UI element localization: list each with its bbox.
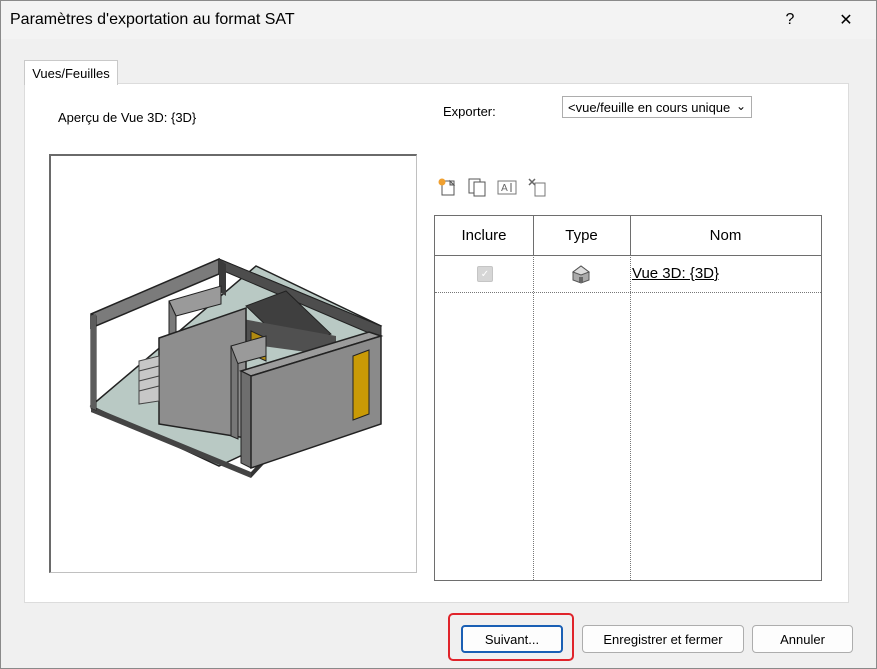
include-checkbox[interactable]: ✓ bbox=[477, 266, 493, 282]
save-close-button[interactable]: Enregistrer et fermer bbox=[582, 625, 744, 653]
set-toolbar: A bbox=[436, 176, 548, 198]
column-header-include[interactable]: Inclure bbox=[435, 216, 533, 256]
3d-view-icon bbox=[571, 265, 591, 284]
export-select-value: <vue/feuille en cours unique bbox=[568, 99, 731, 115]
views-table: Inclure Type Nom ✓ Vue 3D: {3D} bbox=[434, 215, 822, 581]
preview-label: Aperçu de Vue 3D: {3D} bbox=[58, 110, 197, 125]
cancel-button[interactable]: Annuler bbox=[752, 625, 853, 653]
help-button[interactable]: ? bbox=[767, 1, 813, 39]
svg-text:A: A bbox=[501, 183, 508, 194]
chevron-down-icon: ⌄ bbox=[735, 99, 746, 113]
export-select[interactable]: <vue/feuille en cours unique ⌄ bbox=[562, 96, 752, 118]
title-bar: Paramètres d'exportation au format SAT ?… bbox=[1, 1, 876, 39]
preview-pane bbox=[49, 154, 417, 573]
column-header-name[interactable]: Nom bbox=[630, 216, 821, 256]
rename-set-icon[interactable]: A bbox=[496, 176, 518, 198]
3d-house-preview bbox=[89, 257, 384, 478]
next-button[interactable]: Suivant... bbox=[461, 625, 563, 653]
new-set-icon[interactable] bbox=[436, 176, 458, 198]
export-label: Exporter: bbox=[443, 104, 496, 119]
window-title: Paramètres d'exportation au format SAT bbox=[10, 11, 295, 28]
tab-views-sheets[interactable]: Vues/Feuilles bbox=[24, 60, 118, 85]
duplicate-set-icon[interactable] bbox=[466, 176, 488, 198]
column-header-type[interactable]: Type bbox=[533, 216, 630, 256]
close-button[interactable]: ✕ bbox=[823, 1, 869, 39]
delete-set-icon[interactable] bbox=[526, 176, 548, 198]
view-name-link[interactable]: Vue 3D: {3D} bbox=[632, 265, 719, 282]
